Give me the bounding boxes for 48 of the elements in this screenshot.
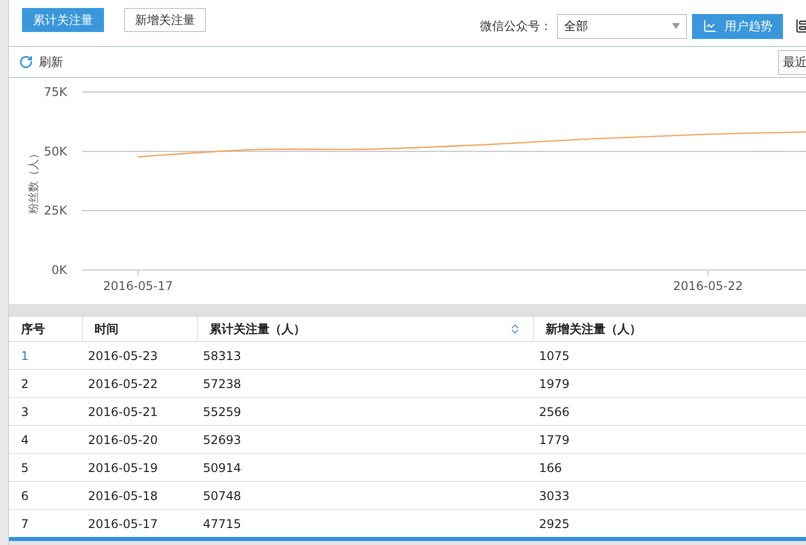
table-cell: 3033: [533, 482, 806, 510]
column-header: 序号: [9, 317, 82, 342]
table-cell: 5: [9, 454, 82, 482]
column-header[interactable]: 累计关注量（人）: [197, 317, 533, 342]
account-label: 微信公众号：: [480, 18, 552, 34]
table-cell: 55259: [197, 398, 533, 426]
range-button[interactable]: 最近: [778, 50, 806, 74]
table-cell: 2016-05-19: [82, 454, 197, 482]
table-cell: 2016-05-23: [82, 342, 197, 370]
table-cell: 166: [533, 454, 806, 482]
column-header: 时间: [82, 317, 197, 342]
sort-icon[interactable]: [510, 324, 518, 334]
tab[interactable]: 新增关注量: [124, 8, 206, 32]
table-cell: 47715: [197, 510, 533, 539]
table-cell: 52693: [197, 426, 533, 454]
y-tick-label: 0K: [51, 263, 67, 277]
x-tick-label: 2016-05-22: [673, 279, 743, 293]
table-cell: 2016-05-18: [82, 482, 197, 510]
table-cell: 1: [9, 342, 82, 370]
x-tick-label: 2016-05-17: [103, 279, 173, 293]
refresh-icon: [19, 55, 33, 69]
table-cell: 4: [9, 426, 82, 454]
caret-icon: [672, 23, 680, 29]
y-tick-label: 50K: [44, 144, 67, 158]
table-cell: 7: [9, 510, 82, 539]
table-cell: 2566: [533, 398, 806, 426]
column-header: 新增关注量（人）: [533, 317, 806, 342]
table-cell: 2016-05-20: [82, 426, 197, 454]
table-cell: 2016-05-21: [82, 398, 197, 426]
table-cell: 3: [9, 398, 82, 426]
line-chart-icon: [702, 19, 716, 33]
table-cell: 2: [9, 370, 82, 398]
account-select[interactable]: 全部: [557, 14, 687, 38]
y-tick-label: 25K: [44, 204, 67, 218]
table-cell: 2016-05-22: [82, 370, 197, 398]
y-tick-label: 75K: [44, 85, 67, 99]
table-cell: 50748: [197, 482, 533, 510]
table-cell: 50914: [197, 454, 533, 482]
table-cell: 57238: [197, 370, 533, 398]
table-cell: 1075: [533, 342, 806, 370]
table-cell: 1979: [533, 370, 806, 398]
refresh-button[interactable]: 刷新: [19, 54, 63, 70]
table-cell: 1779: [533, 426, 806, 454]
table-cell: 2016-05-17: [82, 510, 197, 539]
y-axis-title: 粉丝数（人）: [27, 148, 40, 214]
table-cell: 58313: [197, 342, 533, 370]
table-cell: 2925: [533, 510, 806, 539]
table-cell: 6: [9, 482, 82, 510]
